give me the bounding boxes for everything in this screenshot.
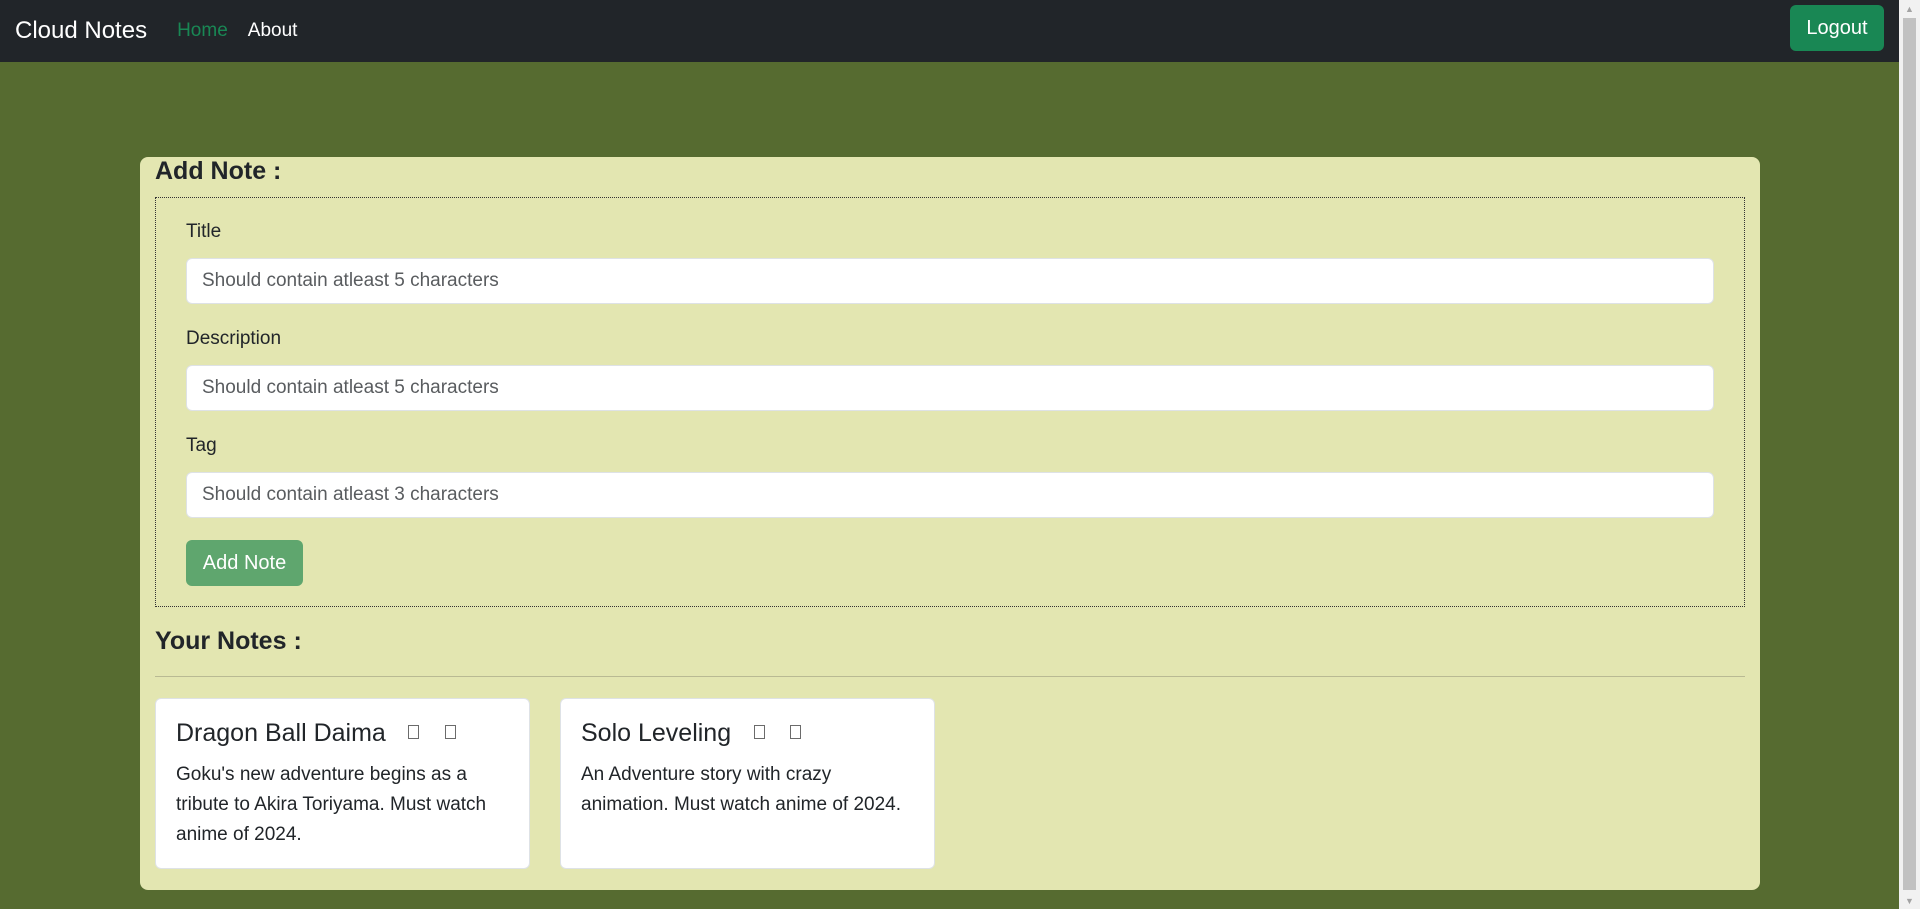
title-label: Title [186,221,222,242]
your-notes-heading: Your Notes : [155,627,302,655]
title-input[interactable] [186,258,1714,304]
note-title: Dragon Ball Daima [176,719,386,747]
main-panel: Add Note : Title Description Tag Add Not… [140,157,1760,890]
scroll-up-arrow-icon[interactable]: ▲ [1899,0,1920,17]
tag-label: Tag [186,435,217,456]
scrollbar-thumb[interactable] [1903,18,1916,890]
add-note-form: Title Description Tag Add Note [155,197,1745,607]
trash-icon[interactable] [408,725,420,739]
note-actions [753,725,822,744]
divider [155,676,1745,677]
note-card: Dragon Ball Daima Goku's new adventure b… [155,698,530,869]
note-actions [408,725,476,744]
scroll-down-arrow-icon[interactable]: ▼ [1899,892,1920,909]
scrollbar[interactable]: ▲ ▼ [1899,0,1920,909]
description-input[interactable] [186,365,1714,411]
note-card: Solo Leveling An Adventure story with cr… [560,698,935,869]
navbar: Cloud Notes Home About Logout [0,0,1899,62]
note-title: Solo Leveling [581,719,732,747]
edit-icon[interactable] [790,725,802,739]
add-note-heading: Add Note : [155,157,282,185]
nav-link-home[interactable]: Home [177,20,228,42]
tag-input[interactable] [186,472,1714,518]
note-description: An Adventure story with crazy animation.… [581,764,902,815]
brand-logo[interactable]: Cloud Notes [15,17,147,45]
logout-button[interactable]: Logout [1790,5,1884,51]
nav-link-about[interactable]: About [248,20,298,42]
add-note-button[interactable]: Add Note [186,540,303,586]
note-description: Goku's new adventure begins as a tribute… [176,764,487,845]
description-label: Description [186,328,282,349]
edit-icon[interactable] [444,725,456,739]
trash-icon[interactable] [753,725,765,739]
